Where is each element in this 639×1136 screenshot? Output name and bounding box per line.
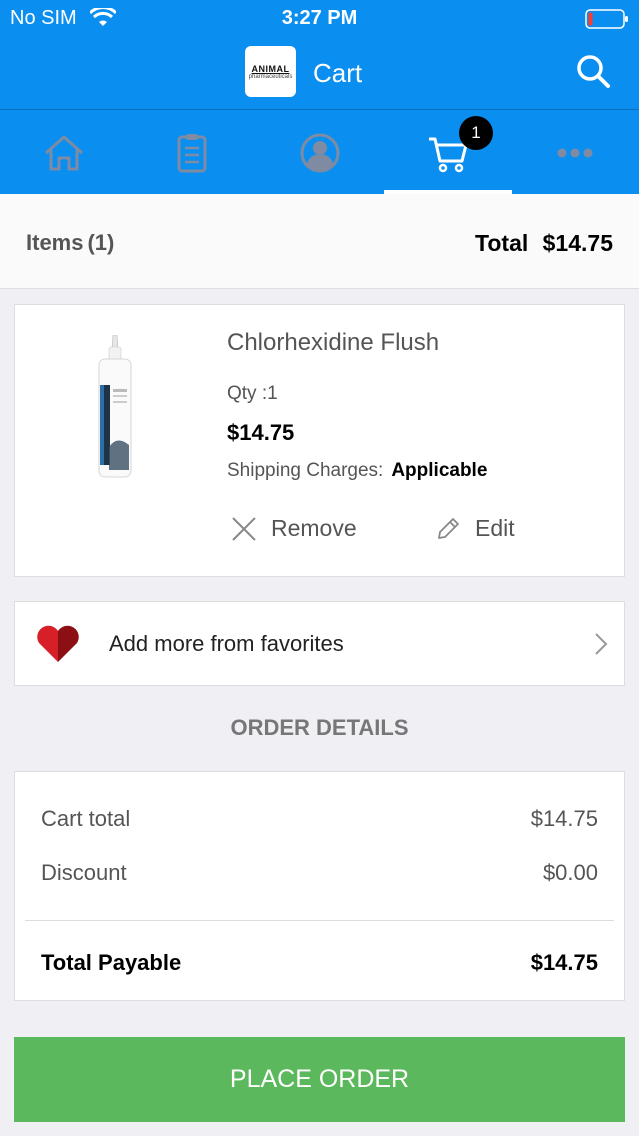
tab-orders[interactable] <box>128 110 256 195</box>
order-details-heading: ORDER DETAILS <box>230 715 409 740</box>
search-icon[interactable] <box>575 53 611 89</box>
clipboard-icon <box>177 133 207 172</box>
product-image[interactable] <box>95 335 135 480</box>
qty-value: 1 <box>267 383 278 404</box>
edit-button[interactable]: Edit <box>435 515 515 542</box>
favorites-label: Add more from favorites <box>109 631 344 656</box>
total-payable-value: $14.75 <box>530 950 598 975</box>
divider <box>25 920 614 921</box>
discount-label: Discount <box>41 860 127 885</box>
cart-total-row: Cart total $14.75 <box>41 806 598 832</box>
shipping-info: Shipping Charges: Applicable <box>227 460 487 482</box>
tab-account[interactable] <box>256 110 384 195</box>
items-count: (1) <box>87 230 115 255</box>
qty-label: Qty : <box>227 383 268 404</box>
tab-bar <box>0 109 639 195</box>
tab-cart[interactable] <box>384 110 512 195</box>
heart-icon <box>37 625 79 662</box>
edit-label: Edit <box>475 515 515 541</box>
nav-bar: ANIMAL pharmaceuticals Cart <box>0 38 639 108</box>
product-qty: Qty :1 <box>227 383 278 405</box>
place-order-button[interactable]: PLACE ORDER <box>14 1037 625 1122</box>
remove-label: Remove <box>271 515 357 541</box>
chevron-right-icon <box>595 633 608 655</box>
product-name[interactable]: Chlorhexidine Flush <box>227 329 439 357</box>
total-label: Total <box>475 230 529 256</box>
product-price: $14.75 <box>227 420 295 445</box>
more-icon <box>557 148 593 157</box>
cart-item-card: Chlorhexidine Flush Qty :1 $14.75 Shippi… <box>14 304 625 577</box>
cart-total-label: Cart total <box>41 806 131 831</box>
add-favorites-row[interactable]: Add more from favorites <box>14 601 625 686</box>
order-details-card: Cart total $14.75 Discount $0.00 Total P… <box>14 771 625 1001</box>
discount-row: Discount $0.00 <box>41 860 598 886</box>
page-title: Cart <box>313 58 363 88</box>
brand-logo: ANIMAL pharmaceuticals <box>245 46 296 97</box>
remove-button[interactable]: Remove <box>231 515 357 542</box>
tab-more[interactable] <box>511 110 639 195</box>
status-bar: No SIM 3:27 PM <box>0 0 639 38</box>
total-payable-label: Total Payable <box>41 950 182 975</box>
tab-home[interactable] <box>0 110 128 195</box>
logo-subtext: pharmaceuticals <box>248 73 293 80</box>
top-bar: No SIM 3:27 PM ANIMAL pharmaceuticals Ca… <box>0 0 639 195</box>
shipping-label: Shipping Charges: <box>227 460 384 481</box>
cart-summary-bar: Items (1) Total $14.75 <box>0 194 639 289</box>
battery-icon <box>585 9 628 29</box>
total-payable-row: Total Payable $14.75 <box>41 950 598 976</box>
user-icon <box>300 133 340 172</box>
logo-text: ANIMAL <box>251 63 290 74</box>
total-value: $14.75 <box>542 230 613 256</box>
discount-value: $0.00 <box>542 860 598 885</box>
cart-count-badge: 1 <box>459 116 493 150</box>
items-label: Items <box>26 230 84 255</box>
pencil-icon <box>438 517 459 539</box>
close-icon <box>232 516 256 541</box>
home-icon <box>45 135 83 170</box>
items-count-label: Items (1) <box>26 230 114 256</box>
shipping-value: Applicable <box>391 460 488 481</box>
cart-total-value: $14.75 <box>530 806 598 831</box>
clock-label: 3:27 PM <box>281 7 358 29</box>
cart-total-label: Total $14.75 <box>475 230 613 257</box>
